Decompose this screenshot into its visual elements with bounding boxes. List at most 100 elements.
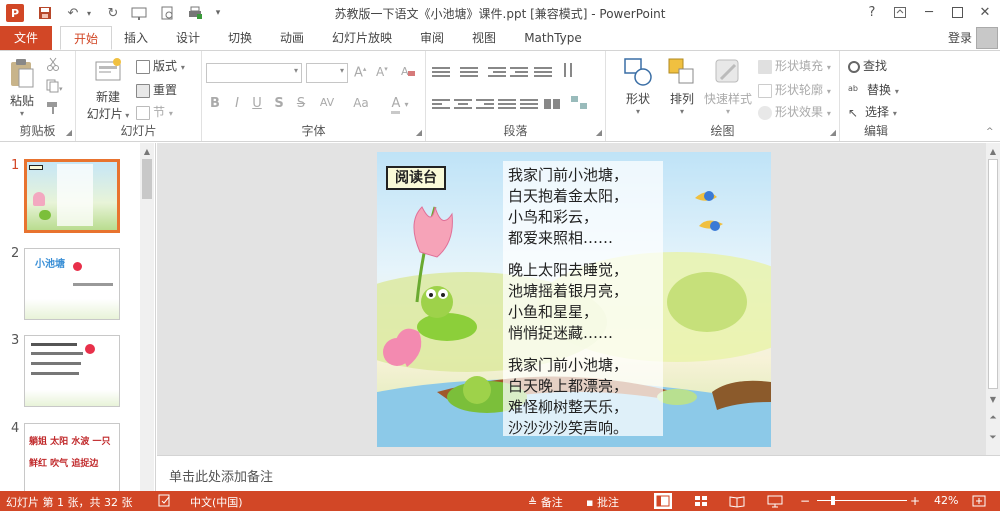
smartart-icon[interactable] (570, 95, 588, 109)
increase-indent-icon[interactable] (510, 65, 528, 79)
normal-view-icon[interactable] (654, 493, 672, 509)
cut-icon[interactable] (46, 57, 60, 74)
text-direction-icon[interactable] (562, 63, 580, 77)
sign-in-link[interactable]: 登录 (948, 26, 972, 50)
slideshow-view-icon[interactable] (766, 493, 784, 509)
justify-icon[interactable] (498, 97, 516, 111)
thumbnail-slide-1[interactable] (24, 159, 120, 233)
select-button[interactable]: ↖ 选择 ▾ (848, 103, 897, 120)
dialog-launcher-icon[interactable]: ◢ (66, 128, 72, 137)
font-color-button[interactable]: A ▾ (388, 96, 412, 114)
decrease-indent-icon[interactable] (488, 65, 506, 79)
tab-slideshow[interactable]: 幻灯片放映 (326, 26, 398, 50)
layout-button[interactable]: 版式 ▾ (136, 57, 185, 74)
comments-toggle[interactable]: ▪ 批注 (586, 494, 619, 510)
distributed-icon[interactable] (520, 97, 538, 111)
editor-scrollbar[interactable]: ▲ ▼ ⏶ ⏷ (986, 143, 1000, 455)
line-spacing-icon[interactable] (534, 65, 552, 79)
thumbnail-slide-3[interactable] (24, 335, 120, 407)
shrink-font-button[interactable]: A▾ (376, 65, 388, 79)
bold-button[interactable]: B (206, 96, 224, 111)
close-button[interactable]: ✕ (972, 2, 998, 24)
bullets-icon[interactable] (432, 65, 450, 79)
paste-button[interactable]: 粘贴 ▾ (4, 57, 40, 118)
group-font: ▾ ▾ A▴ A▾ A B I U S S AV Aa A ▾ 字体 ◢ (202, 51, 426, 141)
quick-styles-button[interactable]: 快速样式 ▾ (700, 57, 756, 116)
scroll-up-icon[interactable]: ▲ (986, 145, 1000, 159)
tab-view[interactable]: 视图 (462, 26, 506, 50)
maximize-button[interactable] (944, 2, 970, 24)
previous-slide-icon[interactable]: ⏶ (986, 411, 1000, 425)
slide-sorter-icon[interactable] (692, 493, 710, 509)
shapes-button[interactable]: 形状 ▾ (616, 57, 660, 116)
spelling-icon[interactable] (158, 494, 172, 510)
shape-effects-button[interactable]: 形状效果 ▾ (758, 103, 831, 120)
tab-mathtype[interactable]: MathType (518, 26, 588, 50)
zoom-level[interactable]: 42% (934, 494, 958, 507)
align-center-icon[interactable] (454, 97, 472, 111)
avatar[interactable] (976, 27, 998, 49)
shadow-button[interactable]: S (270, 96, 288, 111)
tab-file[interactable]: 文件 (0, 26, 52, 50)
zoom-slider-thumb[interactable] (831, 496, 835, 505)
reading-view-icon[interactable] (728, 493, 746, 509)
ribbon-display-options-icon[interactable] (887, 2, 913, 24)
new-slide-button[interactable]: 新建 幻灯片 ▾ (86, 57, 130, 122)
align-right-icon[interactable] (476, 97, 494, 111)
collapse-ribbon-icon[interactable]: ^ (986, 127, 994, 137)
dialog-launcher-icon[interactable]: ◢ (830, 128, 836, 137)
thumbnail-slide-2[interactable]: 小池塘 (24, 248, 120, 320)
poem-text-box[interactable]: 我家门前小池塘， 白天抱着金太阳， 小鸟和彩云， 都爱来照相…… 晚上太阳去睡觉… (503, 161, 663, 437)
notes-toggle[interactable]: ≜ 备注 (528, 494, 563, 510)
tab-home[interactable]: 开始 (60, 26, 112, 50)
help-icon[interactable]: ? (859, 2, 885, 24)
clear-formatting-icon[interactable]: A (400, 63, 416, 82)
scroll-up-icon[interactable]: ▲ (140, 145, 154, 159)
align-left-icon[interactable] (432, 97, 450, 111)
format-painter-icon[interactable] (46, 101, 60, 118)
scroll-down-icon[interactable]: ▼ (986, 393, 1000, 407)
replace-button[interactable]: ab 替换 ▾ (848, 81, 899, 98)
shape-fill-button[interactable]: 形状填充 ▾ (758, 57, 831, 74)
tab-insert[interactable]: 插入 (114, 26, 158, 50)
underline-button[interactable]: U (248, 96, 266, 111)
dialog-launcher-icon[interactable]: ◢ (416, 128, 422, 137)
character-spacing-button[interactable]: AV (314, 96, 340, 109)
italic-button[interactable]: I (228, 96, 246, 111)
thumbnail-scrollbar[interactable]: ▲ (140, 143, 154, 491)
slide-editor: 阅读台 我家门前小池塘， 白天抱着金太阳， 小鸟和彩云， 都爱来照相…… 晚上太… (157, 143, 1000, 455)
zoom-out-button[interactable]: − (800, 494, 810, 508)
tab-review[interactable]: 审阅 (410, 26, 454, 50)
reset-button[interactable]: 重置 (136, 81, 177, 98)
notes-placeholder[interactable]: 单击此处添加备注 (169, 466, 273, 485)
font-size-combobox[interactable]: ▾ (306, 63, 348, 83)
grow-font-button[interactable]: A▴ (354, 65, 366, 80)
tab-transitions[interactable]: 切换 (218, 26, 262, 50)
arrange-button[interactable]: 排列 ▾ (662, 57, 702, 116)
columns-icon[interactable] (544, 97, 562, 111)
change-case-button[interactable]: Aa (348, 96, 374, 110)
next-slide-icon[interactable]: ⏷ (986, 431, 1000, 445)
current-slide[interactable]: 阅读台 我家门前小池塘， 白天抱着金太阳， 小鸟和彩云， 都爱来照相…… 晚上太… (377, 152, 771, 447)
zoom-in-button[interactable]: + (910, 494, 920, 508)
zoom-slider[interactable] (817, 496, 907, 505)
fit-to-window-icon[interactable] (970, 493, 988, 509)
tab-design[interactable]: 设计 (166, 26, 210, 50)
numbering-icon[interactable] (460, 65, 478, 79)
ribbon: 粘贴 ▾ ▾ 剪贴板 ◢ 新建 幻灯片 ▾ 版式 ▾ 重置 节 ▾ 幻灯片 ▾ … (0, 50, 1000, 142)
notes-pane[interactable]: 单击此处添加备注 (157, 455, 1000, 491)
scroll-thumb[interactable] (142, 159, 152, 199)
language-indicator[interactable]: 中文(中国) (190, 494, 243, 510)
dialog-launcher-icon[interactable]: ◢ (596, 128, 602, 137)
find-button[interactable]: 查找 (848, 57, 887, 74)
tab-animations[interactable]: 动画 (270, 26, 314, 50)
minimize-button[interactable]: ─ (916, 2, 942, 24)
copy-icon[interactable]: ▾ (46, 79, 64, 96)
scroll-thumb[interactable] (988, 159, 998, 389)
chevron-down-icon: ▾ (19, 109, 24, 118)
font-name-combobox[interactable]: ▾ (206, 63, 302, 83)
shape-outline-button[interactable]: 形状轮廓 ▾ (758, 81, 831, 98)
section-button[interactable]: 节 ▾ (136, 103, 173, 120)
thumbnail-slide-4[interactable]: 躺姐 太阳 水波 一只 鲜红 吹气 追捉边 (24, 423, 120, 495)
strikethrough-button[interactable]: S (292, 96, 310, 111)
